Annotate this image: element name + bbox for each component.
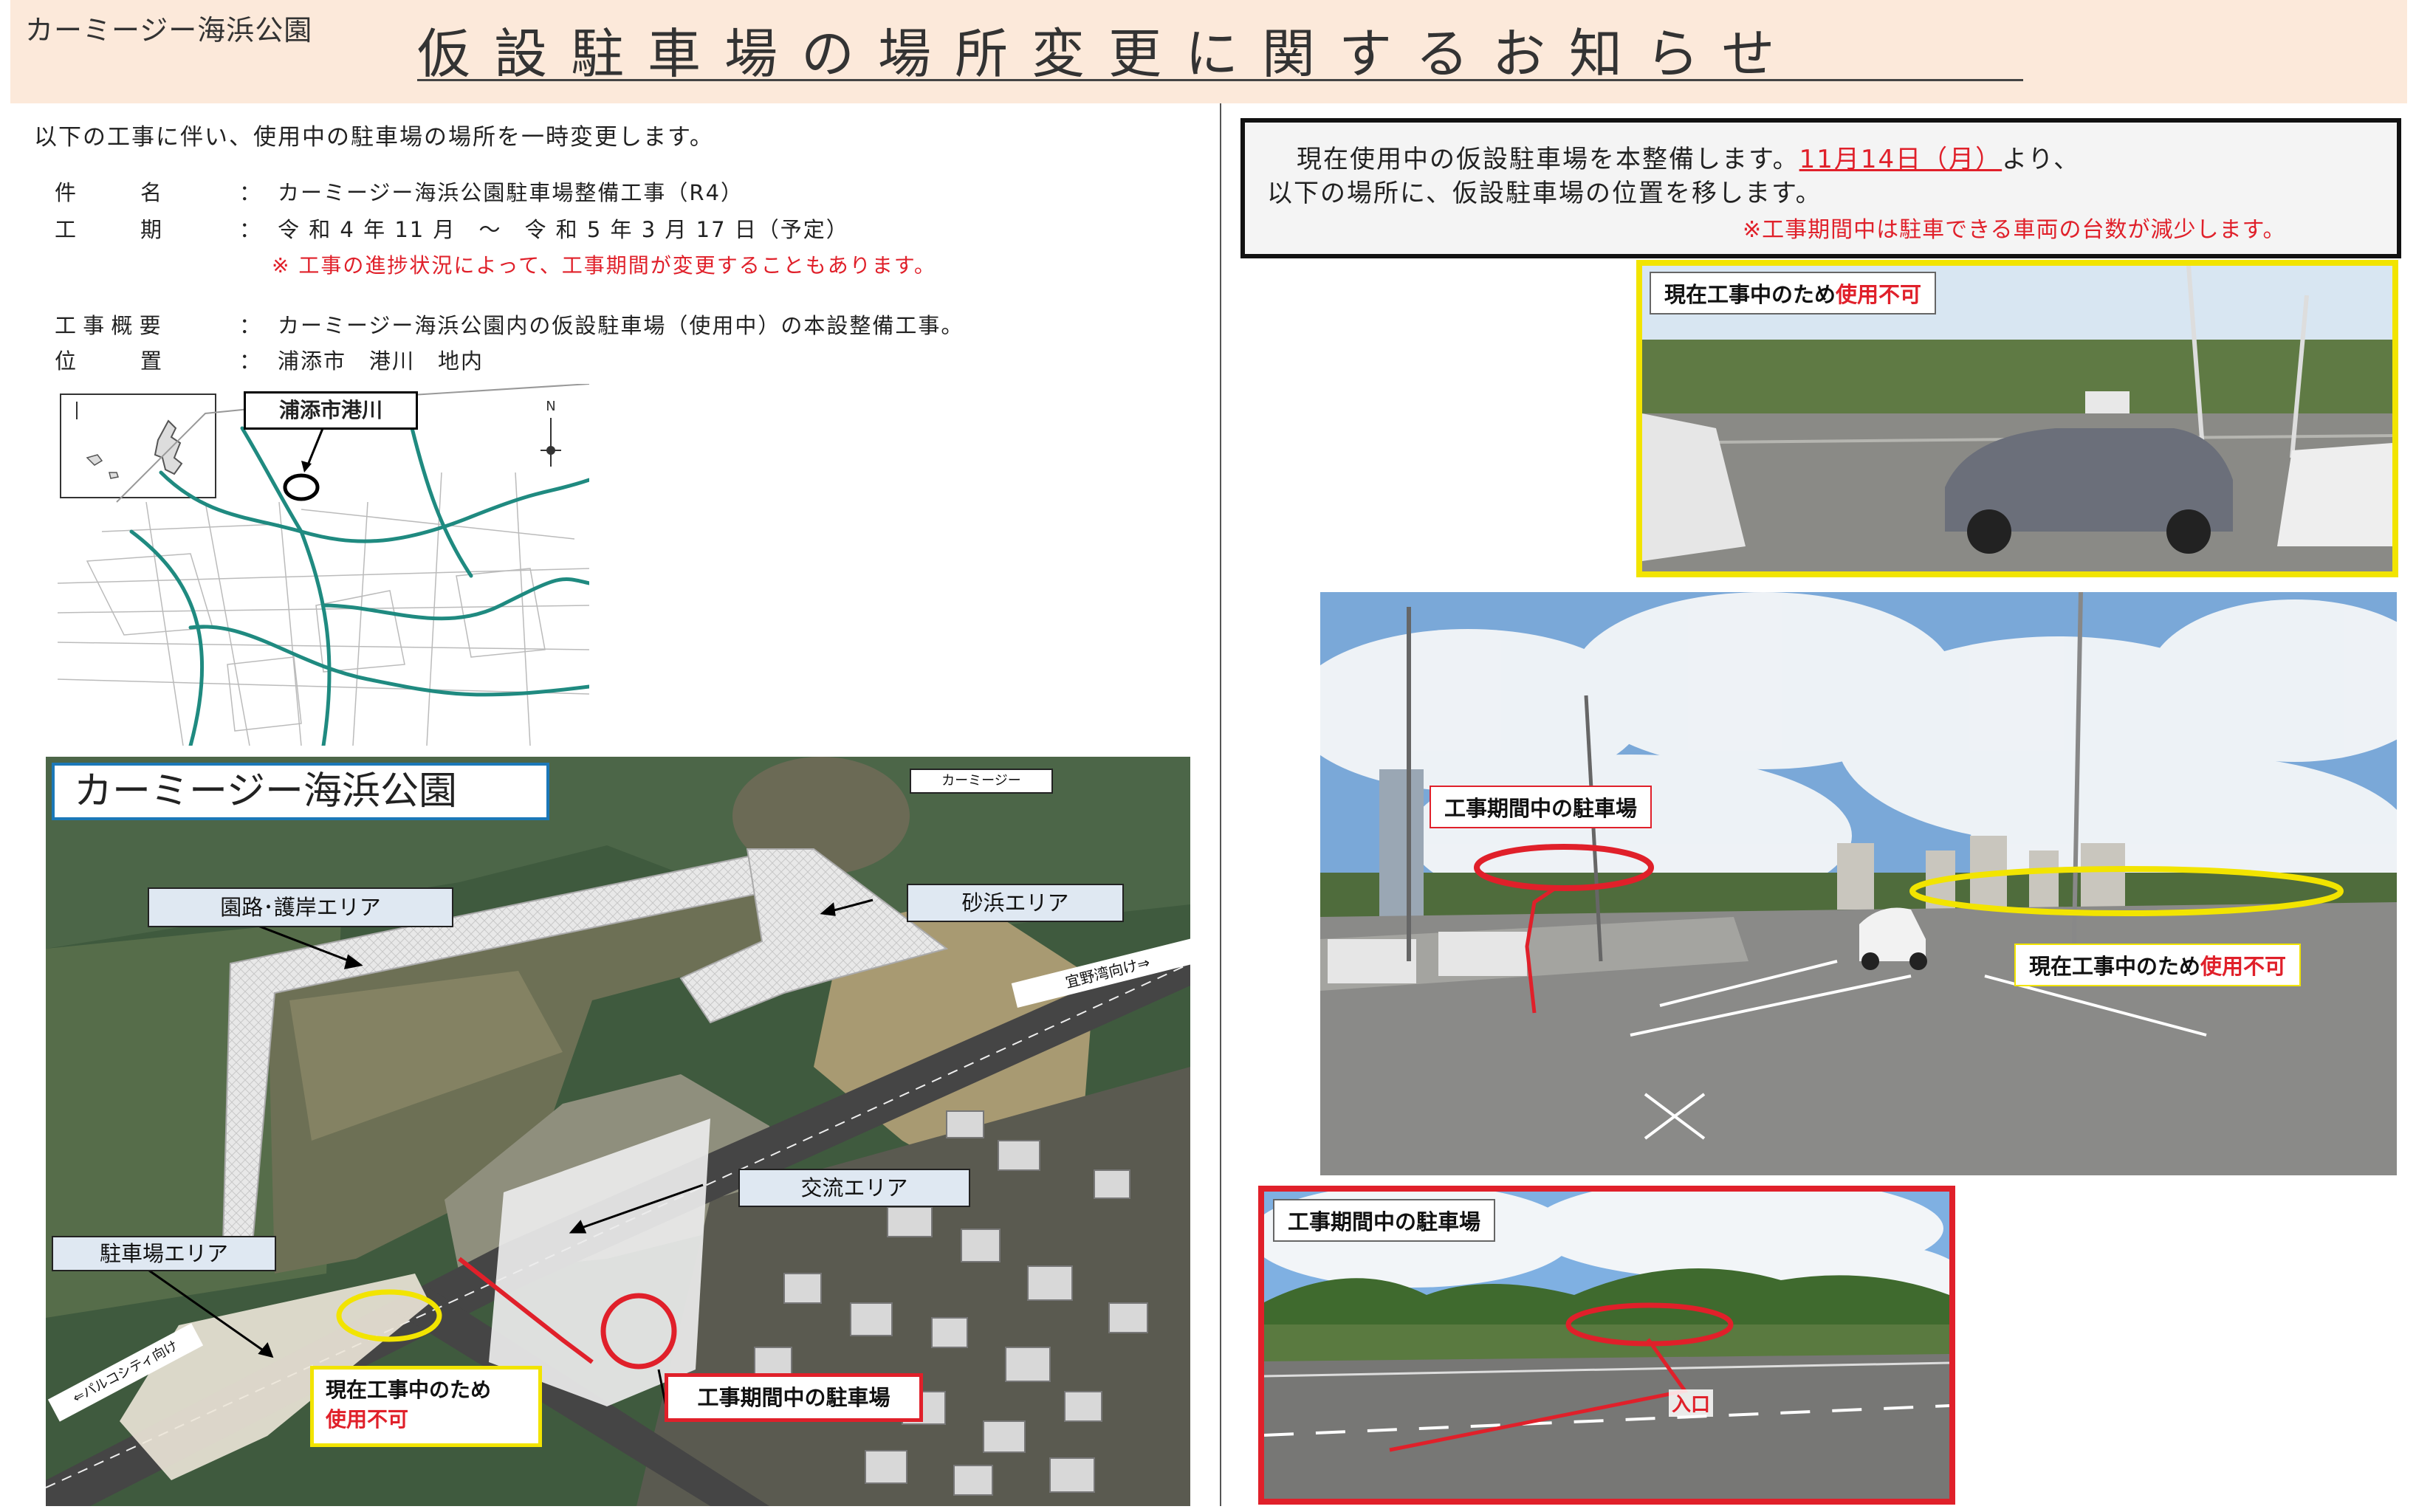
map-location-label: 浦添市港川 — [244, 391, 418, 430]
tag-beach-area: 砂浜エリア — [907, 884, 1124, 922]
photo2-label-unavailable: 現在工事中のため使用不可 — [2014, 944, 2302, 986]
info-value: カーミージー海浜公園駐車場整備工事（R4） — [278, 180, 744, 205]
aerial-title: カーミージー海浜公園 — [52, 763, 549, 820]
tag-garden-area: 園路･護岸エリア — [148, 887, 453, 927]
notice-note: ※工事期間中は駐車できる車両の台数が減少します。 — [1743, 217, 2286, 243]
location-map: N — [58, 384, 589, 746]
north-label: N — [546, 399, 555, 414]
top-place-label: カーミージー — [910, 769, 1053, 794]
info-colon: ： — [239, 217, 263, 242]
notice-line-2: 以下の場所に、仮設駐車場の位置を移します。 — [1267, 179, 1822, 208]
badge-unavailable: 現在工事中のため 使用不可 — [310, 1366, 542, 1447]
photo1-label: 現在工事中のため使用不可 — [1650, 272, 1937, 315]
photo1-label-red: 使用不可 — [1836, 282, 1922, 307]
photo2-label-text: 現在工事中のため — [2029, 954, 2201, 979]
info-value: カーミージー海浜公園内の仮設駐車場（使用中）の本設整備工事。 — [278, 313, 964, 338]
photo-current-lot: 現在工事中のため使用不可 — [1636, 260, 2398, 577]
intro-text: 以下の工事に伴い、使用中の駐車場の場所を一時変更します。 — [34, 124, 714, 151]
photo2-label-red: 使用不可 — [2200, 954, 2287, 979]
compass-icon — [546, 446, 555, 455]
photo2-label-construction: 工事期間中の駐車場 — [1430, 786, 1653, 828]
info-label: 工 期 — [55, 217, 162, 242]
entrance-label: 入口 — [1669, 1389, 1714, 1417]
column-divider — [1220, 103, 1221, 1506]
page-title: 仮設駐車場の場所変更に関するお知らせ — [417, 23, 1799, 85]
info-colon: ： — [239, 180, 263, 205]
info-label: 件 名 — [55, 180, 162, 205]
photo-street-view: 工事期間中の駐車場 現在工事中のため使用不可 — [1320, 592, 2397, 1175]
aerial-photo — [46, 757, 1190, 1506]
info-value: 令 和 4 年 11 月 ～ 令 和 5 年 3 月 17 日（予定） — [278, 217, 849, 242]
badge-unavailable-line1: 現在工事中のため — [326, 1378, 492, 1402]
info-label: 位 置 — [55, 348, 162, 374]
info-colon: ： — [239, 313, 263, 338]
period-note: ※ 工事の進捗状況によって、工事期間が変更することもあります。 — [272, 253, 936, 278]
notice-text: 現在使用中の仮設駐車場を本整備します。 — [1297, 145, 1799, 174]
info-label: 工 事 概 要 — [55, 313, 161, 338]
park-name: カーミージー海浜公園 — [25, 14, 313, 47]
inset-map — [60, 394, 216, 498]
tag-exchange-area: 交流エリア — [738, 1169, 970, 1207]
photo-street-view-image — [1320, 592, 2397, 1175]
photo-entrance: 工事期間中の駐車場 入口 — [1258, 1186, 1955, 1505]
badge-construction-parking: 工事期間中の駐車場 — [665, 1373, 923, 1422]
photo1-label-text: 現在工事中のため — [1664, 282, 1836, 307]
title-underline — [417, 79, 2023, 81]
photo3-label: 工事期間中の駐車場 — [1273, 1199, 1496, 1242]
notice-line-1: 現在使用中の仮設駐車場を本整備します。11月14日（月）より、 — [1297, 139, 2080, 175]
notice-date: 11月14日（月） — [1799, 145, 2003, 174]
notice-text-end: より、 — [2002, 145, 2081, 174]
tag-parking-area: 駐車場エリア — [52, 1236, 276, 1271]
info-value: 浦添市 港川 地内 — [278, 348, 484, 374]
info-colon: ： — [239, 348, 263, 374]
badge-unavailable-line2: 使用不可 — [326, 1407, 409, 1432]
